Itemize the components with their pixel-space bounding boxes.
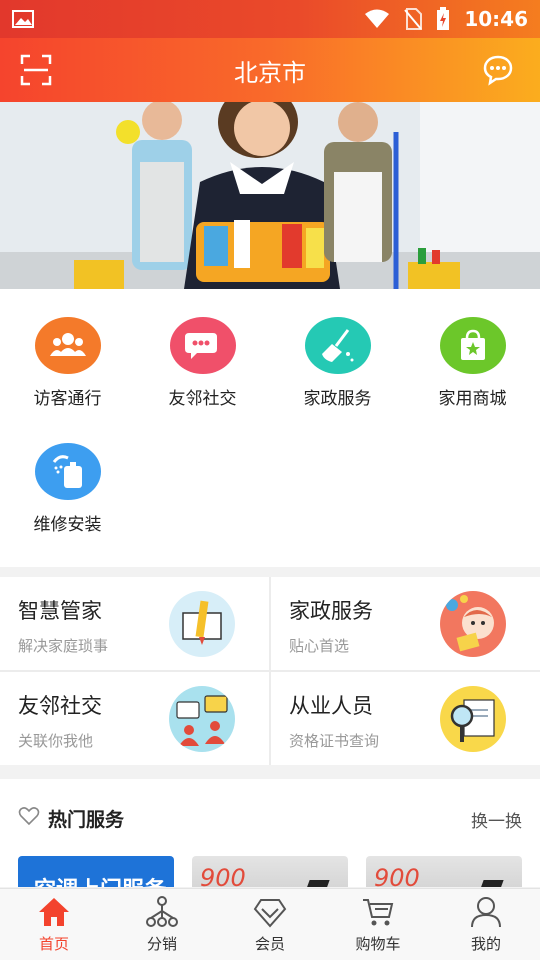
service-label: 维修安装 <box>33 515 102 535</box>
card-subtitle: 解决家庭琐事 <box>18 637 109 655</box>
card-housekeeping[interactable]: 家政服务 贴心首选 <box>271 577 540 670</box>
card-title: 家政服务 <box>289 599 373 623</box>
diamond-icon <box>253 899 287 928</box>
card-smart-butler[interactable]: 智慧管家 解决家庭琐事 <box>0 577 269 670</box>
thumb-text: 900 <box>374 864 420 887</box>
tab-home[interactable]: 首页 <box>0 889 108 960</box>
service-housekeeping[interactable]: 家政服务 <box>270 289 405 409</box>
hot-service-thumb[interactable]: 900 <box>192 856 348 887</box>
service-repair-install[interactable]: 维修安装 <box>0 415 135 535</box>
service-grid: 访客通行 友邻社交 家政服务 家用商城 维修安装 <box>0 289 540 567</box>
city-title[interactable]: 北京市 <box>234 53 306 88</box>
service-label: 访客通行 <box>33 389 102 409</box>
tab-cart[interactable]: 购物车 <box>324 889 432 960</box>
card-subtitle: 资格证书查询 <box>289 732 380 750</box>
tab-label: 会员 <box>254 935 285 953</box>
broom-icon <box>304 317 371 374</box>
card-title: 从业人员 <box>289 694 373 718</box>
banner-cleaning-staff-image <box>0 102 540 289</box>
thumb-text: 900 <box>200 864 246 887</box>
visitors-icon <box>34 317 101 374</box>
app-header: 北京市 <box>0 38 540 102</box>
tab-label: 分销 <box>146 935 177 953</box>
card-subtitle: 贴心首选 <box>289 637 350 655</box>
shower-icon <box>34 443 101 500</box>
hot-service-thumb[interactable]: 空调上门服务 <box>18 856 174 887</box>
people-chat-icon <box>169 686 235 752</box>
user-icon <box>471 897 501 928</box>
shopping-bag-icon <box>439 317 506 374</box>
tab-label: 首页 <box>38 935 69 953</box>
service-home-mall[interactable]: 家用商城 <box>405 289 540 409</box>
tab-membership[interactable]: 会员 <box>216 889 324 960</box>
bottom-tab-bar: 首页 分销 会员 购物车 我的 <box>0 888 540 960</box>
home-icon <box>39 898 69 926</box>
baby-icon <box>440 591 506 657</box>
hot-services-title: 热门服务 <box>48 809 125 831</box>
service-neighbor-social[interactable]: 友邻社交 <box>135 289 270 409</box>
chat-bubbles-icon <box>169 317 236 374</box>
hot-service-thumb[interactable]: 900 <box>366 856 522 887</box>
tab-label: 我的 <box>470 935 501 953</box>
card-title: 智慧管家 <box>18 599 102 623</box>
heart-outline-icon <box>18 807 40 826</box>
promo-banner[interactable] <box>0 102 540 289</box>
thumb-text: 空调上门服务 <box>34 872 166 887</box>
card-practitioners[interactable]: 从业人员 资格证书查询 <box>271 672 540 765</box>
tab-profile[interactable]: 我的 <box>432 889 540 960</box>
status-time: 10:46 <box>464 7 528 31</box>
swap-button[interactable]: 换一换 <box>471 807 522 832</box>
service-label: 家用商城 <box>438 389 507 409</box>
image-notification-icon <box>12 10 34 28</box>
scan-icon[interactable] <box>20 54 52 86</box>
shopping-cart-icon <box>363 899 394 926</box>
hot-services-section: 热门服务 换一换 空调上门服务 900 900 <box>0 779 540 887</box>
battery-charging-icon <box>437 7 450 30</box>
magnifier-certificate-icon <box>440 686 506 752</box>
no-sim-icon <box>404 8 423 30</box>
feature-cards: 智慧管家 解决家庭琐事 家政服务 贴心首选 友邻社交 关联你我他 从业人员 资格… <box>0 577 540 765</box>
card-neighbor-social[interactable]: 友邻社交 关联你我他 <box>0 672 269 765</box>
card-subtitle: 关联你我他 <box>18 732 94 750</box>
service-label: 家政服务 <box>303 389 372 409</box>
tab-label: 购物车 <box>355 935 401 953</box>
share-tree-icon <box>146 896 178 927</box>
card-title: 友邻社交 <box>18 694 102 718</box>
message-icon[interactable] <box>482 54 514 86</box>
tab-distribution[interactable]: 分销 <box>108 889 216 960</box>
service-label: 友邻社交 <box>168 389 237 409</box>
wifi-icon <box>365 9 390 28</box>
service-visitor-access[interactable]: 访客通行 <box>0 289 135 409</box>
status-bar: 10:46 <box>0 0 540 38</box>
pencil-book-icon <box>169 591 235 657</box>
